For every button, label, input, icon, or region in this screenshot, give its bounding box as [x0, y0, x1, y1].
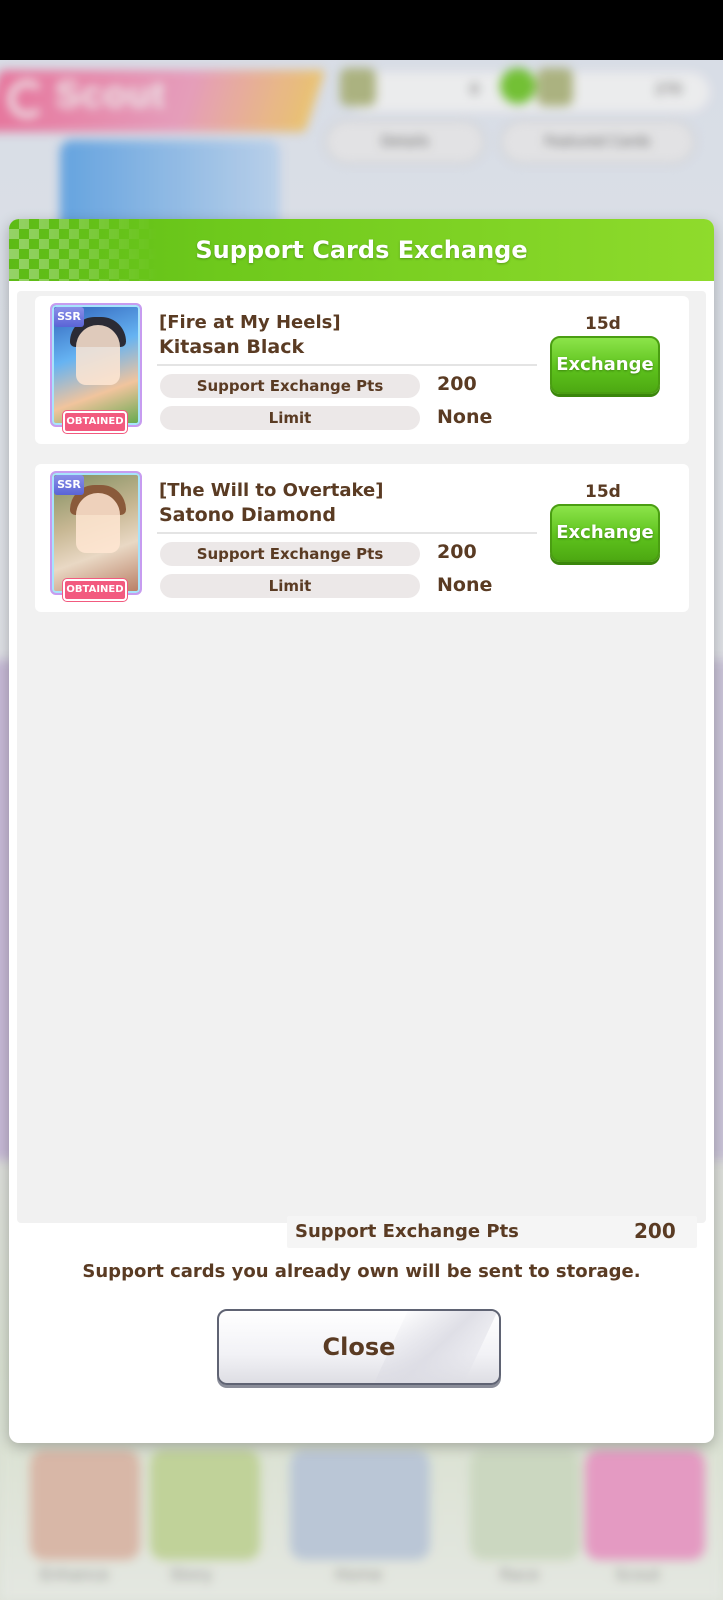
card-thumbnail[interactable]: SSR — [50, 471, 142, 595]
support-exchange-pts-value: 200 — [437, 541, 477, 563]
limit-value: None — [437, 574, 493, 596]
divider — [157, 364, 537, 366]
exchange-button[interactable]: Exchange — [550, 336, 660, 394]
obtained-badge: OBTAINED — [63, 411, 127, 433]
card-character-name: Satono Diamond — [159, 504, 336, 526]
exchange-button[interactable]: Exchange — [550, 504, 660, 562]
dialog-title: Support Cards Exchange — [195, 236, 528, 264]
days-remaining: 15d — [585, 314, 621, 334]
card-art — [76, 493, 120, 553]
support-cards-exchange-dialog: Support Cards Exchange SSR OBTAINED [Fir… — [9, 219, 714, 1443]
support-exchange-pts-value: 200 — [437, 373, 477, 395]
ssr-badge: SSR — [54, 307, 84, 327]
card-thumbnail[interactable]: SSR — [50, 303, 142, 427]
dialog-header: Support Cards Exchange — [9, 219, 714, 281]
limit-value: None — [437, 406, 493, 428]
card-list-item: SSR OBTAINED [Fire at My Heels] Kitasan … — [35, 296, 689, 444]
divider — [157, 532, 537, 534]
ssr-badge: SSR — [54, 475, 84, 495]
limit-label: Limit — [160, 406, 420, 430]
card-title: [The Will to Overtake] — [159, 480, 384, 501]
limit-label: Limit — [160, 574, 420, 598]
status-bar — [0, 0, 723, 60]
close-button[interactable]: Close — [217, 1309, 501, 1385]
card-list-item: SSR OBTAINED [The Will to Overtake] Sato… — [35, 464, 689, 612]
card-art — [76, 325, 120, 385]
storage-notice: Support cards you already own will be se… — [82, 1261, 641, 1282]
obtained-badge: OBTAINED — [63, 579, 127, 601]
support-exchange-pts-label: Support Exchange Pts — [160, 374, 420, 398]
total-pts-label: Support Exchange Pts — [295, 1221, 519, 1242]
close-button-label: Close — [322, 1333, 396, 1361]
card-character-name: Kitasan Black — [159, 336, 305, 358]
total-pts-value: 200 — [634, 1219, 676, 1243]
days-remaining: 15d — [585, 482, 621, 502]
support-exchange-pts-label: Support Exchange Pts — [160, 542, 420, 566]
card-list[interactable]: SSR OBTAINED [Fire at My Heels] Kitasan … — [17, 291, 706, 1223]
card-title: [Fire at My Heels] — [159, 312, 341, 333]
